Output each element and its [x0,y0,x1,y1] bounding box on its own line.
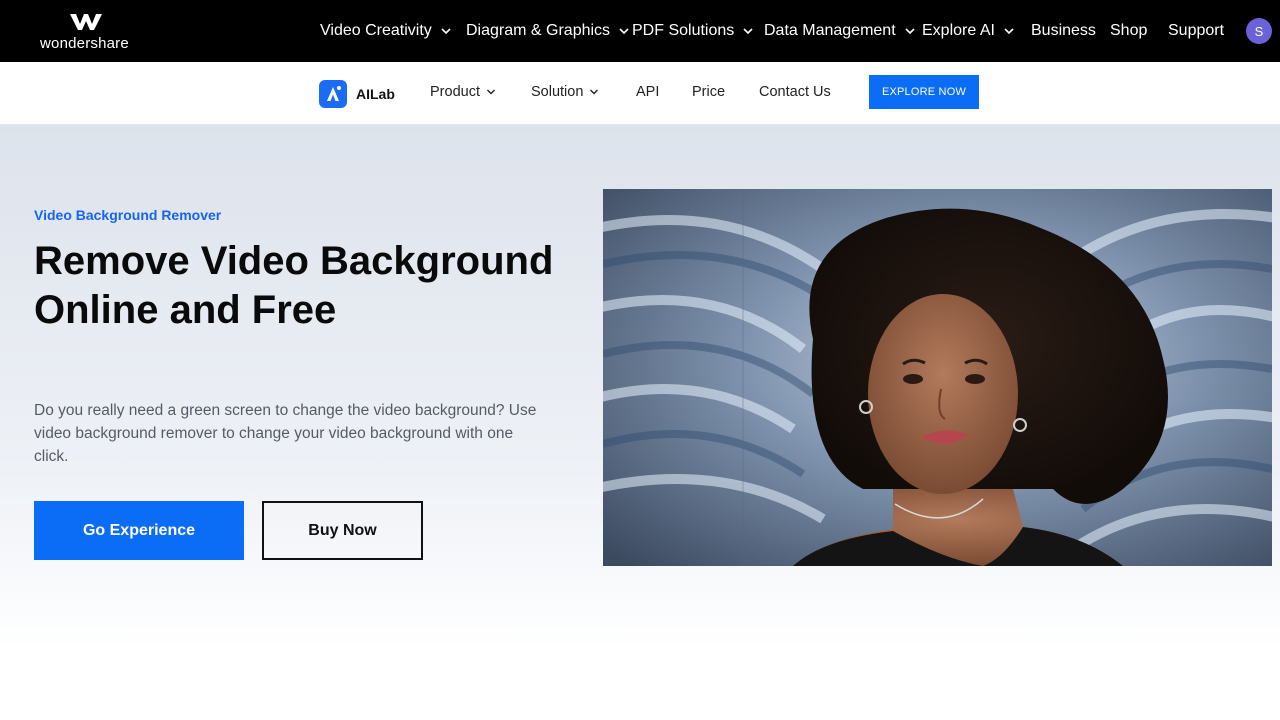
subnav-product[interactable]: Product [430,84,496,100]
nav-business[interactable]: Business [1031,22,1096,40]
page: wondershare Video Creativity Diagram & G… [0,0,1280,720]
hero-description: Do you really need a green screen to cha… [34,399,544,468]
ailab-glyph-icon [319,80,347,108]
nav-support[interactable]: Support [1168,22,1224,40]
nav-explore-ai[interactable]: Explore AI [922,22,1015,40]
nav-label: Diagram & Graphics [466,22,610,40]
wondershare-logo[interactable]: wondershare [40,12,136,54]
explore-now-button[interactable]: EXPLORE NOW [869,75,979,109]
hero-video-preview[interactable] [603,189,1272,566]
subnav-label: Price [692,84,725,100]
nav-label: Shop [1110,22,1147,40]
nav-label: PDF Solutions [632,22,734,40]
nav-pdf-solutions[interactable]: PDF Solutions [632,22,754,40]
nav-data-management[interactable]: Data Management [764,22,916,40]
nav-label: Video Creativity [320,22,432,40]
hero-eyebrow: Video Background Remover [34,207,221,223]
nav-shop[interactable]: Shop [1110,22,1147,40]
chevron-down-icon [1003,25,1015,37]
user-avatar[interactable]: S [1246,18,1272,44]
chevron-down-icon [486,87,496,97]
buy-now-button[interactable]: Buy Now [262,501,423,560]
brand-name: wondershare [40,35,129,52]
nav-label: Business [1031,22,1096,40]
ailab-logo-icon[interactable] [319,80,347,108]
nav-label: Support [1168,22,1224,40]
subnav-label: Contact Us [759,84,831,100]
ailab-navbar: AILab Product Solution API Price Contact… [0,62,1280,125]
nav-label: Explore AI [922,22,995,40]
ailab-logo-text[interactable]: AILab [356,86,395,102]
subnav-label: Solution [531,84,583,100]
wondershare-logo-icon [68,12,104,32]
nav-diagram-graphics[interactable]: Diagram & Graphics [466,22,630,40]
subnav-label: Product [430,84,480,100]
chevron-down-icon [440,25,452,37]
nav-label: Data Management [764,22,896,40]
chevron-down-icon [904,25,916,37]
nav-video-creativity[interactable]: Video Creativity [320,22,452,40]
hero-section: Video Background Remover Remove Video Ba… [0,125,1280,720]
chevron-down-icon [742,25,754,37]
subnav-label: API [636,84,659,100]
subnav-contact-us[interactable]: Contact Us [759,84,831,100]
subnav-api[interactable]: API [636,84,659,100]
chevron-down-icon [589,87,599,97]
subnav-price[interactable]: Price [692,84,725,100]
subnav-solution[interactable]: Solution [531,84,599,100]
hero-title: Remove Video Background Online and Free [34,237,554,335]
global-header: wondershare Video Creativity Diagram & G… [0,0,1280,62]
chevron-down-icon [618,25,630,37]
hero-image-illustration [603,189,1272,566]
go-experience-button[interactable]: Go Experience [34,501,244,560]
